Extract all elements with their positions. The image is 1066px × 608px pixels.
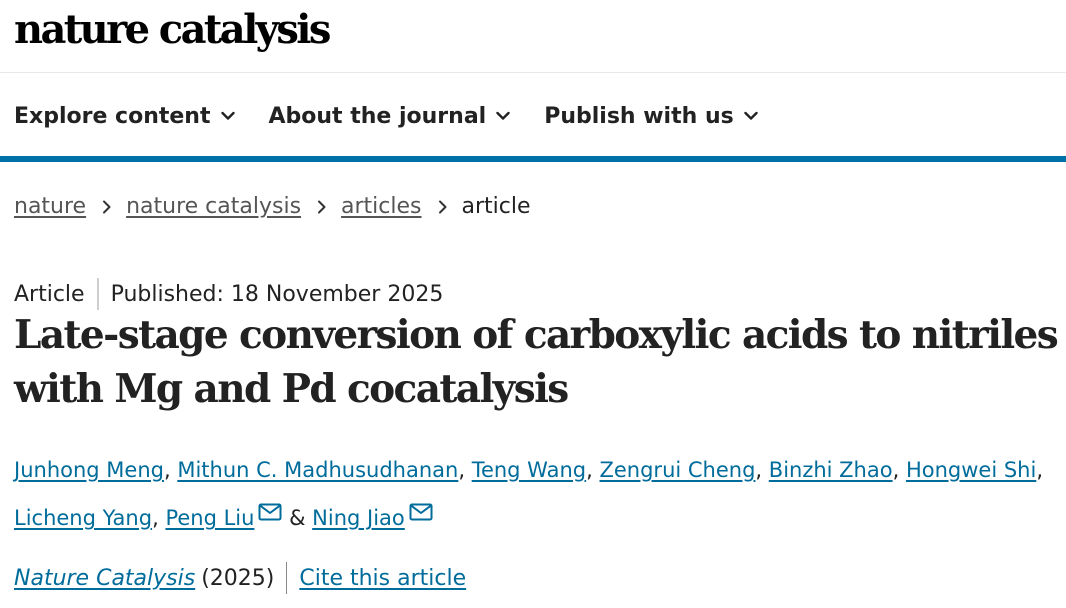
chevron-down-icon	[744, 111, 758, 120]
published-date: Published: 18 November 2025	[110, 281, 444, 307]
citation-divider	[286, 562, 288, 594]
author-list: Junhong Meng, Mithun C. Madhusudhanan, T…	[14, 446, 1066, 542]
author-ampersand: &	[282, 506, 313, 530]
chevron-right-icon	[103, 200, 111, 213]
author-link[interactable]: Licheng Yang	[14, 506, 152, 530]
citation-line: Nature Catalysis (2025) Cite this articl…	[14, 562, 466, 594]
author-link[interactable]: Zengrui Cheng	[599, 458, 755, 482]
header-divider	[0, 72, 1066, 73]
breadcrumb-link-nature-catalysis[interactable]: nature catalysis	[126, 194, 301, 219]
nav-explore-content[interactable]: Explore content	[14, 104, 235, 129]
author-link[interactable]: Ning Jiao	[312, 506, 405, 530]
journal-link[interactable]: Nature Catalysis	[14, 566, 195, 591]
article-meta: Article Published: 18 November 2025	[14, 278, 443, 310]
author-link[interactable]: Binzhi Zhao	[769, 458, 893, 482]
nav-about-journal[interactable]: About the journal	[269, 104, 511, 129]
author-separator: ,	[152, 506, 166, 530]
meta-divider	[96, 278, 99, 310]
author-separator: ,	[163, 458, 178, 482]
chevron-down-icon	[496, 111, 510, 120]
envelope-icon[interactable]	[258, 503, 282, 521]
breadcrumb-current: article	[461, 194, 531, 219]
author-link[interactable]: Teng Wang	[472, 458, 586, 482]
author-separator: ,	[586, 458, 600, 482]
chevron-right-icon	[438, 200, 447, 213]
breadcrumb-link-articles[interactable]: articles	[341, 194, 421, 219]
article-title: Late-stage conversion of carboxylic acid…	[14, 312, 1059, 412]
nav-about-journal-label: About the journal	[268, 103, 487, 129]
nav-accent-bar	[0, 156, 1066, 162]
article-type: Article	[14, 281, 85, 307]
main-nav: Explore content About the journal Publis…	[14, 98, 792, 134]
nav-publish-with-us[interactable]: Publish with us	[544, 104, 758, 129]
breadcrumb: nature nature catalysis articles article	[14, 194, 531, 219]
author-separator: ,	[755, 458, 769, 482]
author-link[interactable]: Hongwei Shi	[906, 458, 1036, 482]
author-separator: ,	[892, 458, 906, 482]
author-link[interactable]: Junhong Meng	[14, 458, 164, 482]
chevron-right-icon	[318, 200, 326, 213]
author-link[interactable]: Mithun C. Madhusudhanan	[177, 458, 458, 482]
author-link[interactable]: Peng Liu	[165, 506, 254, 530]
cite-this-article-link[interactable]: Cite this article	[299, 566, 466, 591]
publication-year: (2025)	[201, 565, 275, 591]
breadcrumb-link-nature[interactable]: nature	[14, 194, 86, 219]
envelope-icon[interactable]	[409, 503, 433, 521]
author-separator: ,	[1036, 458, 1043, 482]
journal-logo[interactable]: nature catalysis	[14, 4, 331, 56]
author-separator: ,	[458, 458, 472, 482]
nav-explore-content-label: Explore content	[14, 103, 211, 129]
chevron-down-icon	[220, 111, 235, 120]
nav-publish-with-us-label: Publish with us	[544, 103, 734, 129]
